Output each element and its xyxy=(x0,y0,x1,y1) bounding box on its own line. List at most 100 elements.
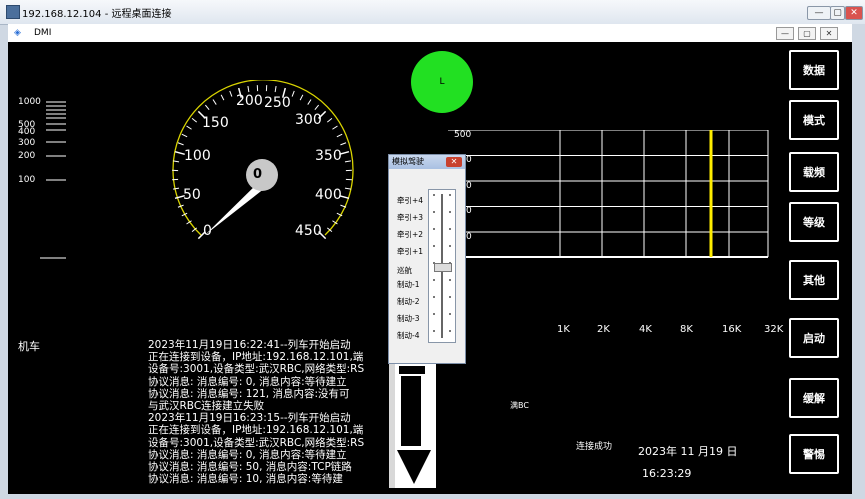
log-line: 协议消息: 消息编号: 121, 消息内容:没有可 xyxy=(148,387,350,400)
locomotive-label: 机车 xyxy=(18,340,40,353)
notch-brake-4[interactable]: 制动-4 xyxy=(397,330,419,341)
log-line: 正在连接到设备，IP地址:192.168.12.101,端 xyxy=(148,424,364,437)
gauge-tick xyxy=(340,142,347,146)
dmi-minimize-icon[interactable]: — xyxy=(776,27,794,40)
gauge-tick xyxy=(314,104,320,111)
planning-x-1k: 1K xyxy=(557,324,570,335)
log-line: 设备号:3001,设备类型:武汉RBC,网络类型:RS xyxy=(148,363,365,376)
mode-button[interactable]: 模式 xyxy=(789,100,839,140)
date-display: 2023年 11 月19 日 xyxy=(638,445,738,458)
notch-brake-2[interactable]: 制动-2 xyxy=(397,296,419,307)
speed-tick-0: 0 xyxy=(203,223,212,239)
notch-traction-4[interactable]: 牵引+4 xyxy=(397,195,423,206)
planning-y-label-4: 0 xyxy=(466,232,472,242)
speed-tick-150: 150 xyxy=(202,115,229,131)
dmi-maximize-icon[interactable]: ▢ xyxy=(798,27,816,40)
scroll-up-arrow-icon[interactable] xyxy=(399,366,425,374)
throttle-slider-track[interactable] xyxy=(428,189,456,343)
data-button[interactable]: 数据 xyxy=(789,50,839,90)
notch-cruise[interactable]: 巡航 xyxy=(397,265,412,276)
event-log[interactable]: 2023年11月19日16:22:41--列车开始启动 正在连接到设备，IP地址… xyxy=(148,339,393,486)
log-line: 2023年11月19日16:22:41--列车开始启动 xyxy=(148,339,351,351)
dmi-titlebar: ◈ DMI — ▢ ✕ xyxy=(8,24,852,42)
remote-desktop-icon xyxy=(6,5,20,19)
other-button[interactable]: 其他 xyxy=(789,260,839,300)
speed-needle xyxy=(205,182,265,235)
maximize-icon[interactable]: ▢ xyxy=(830,6,845,20)
notch-brake-1[interactable]: 制动-1 xyxy=(397,279,419,290)
speed-value: 0 xyxy=(253,167,263,182)
planning-y-label-1: 0 xyxy=(466,155,472,165)
gauge-tick xyxy=(274,86,277,93)
planning-y-label-2: 0 xyxy=(466,181,472,191)
log-line: 设备号:3001,设备类型:武汉RBC,网络类型:RS xyxy=(148,436,365,449)
log-scrollbar[interactable] xyxy=(389,364,436,488)
gauge-tick xyxy=(247,86,250,93)
distance-label-100: 100 xyxy=(18,175,36,185)
notch-traction-2[interactable]: 牵引+2 xyxy=(397,229,423,240)
log-line: 正在连接到设备，IP地址:192.168.12.101,端 xyxy=(148,351,364,364)
sim-driving-window: 模拟驾驶 ✕ 牵引+4 牵引+3 牵引+2 牵引+1 巡航 制动-1 制动-2 … xyxy=(388,154,466,364)
log-line: 2023年11月19日16:23:15--列车开始启动 xyxy=(148,412,351,425)
scroll-thumb[interactable] xyxy=(401,376,421,446)
dmi-screen: 1000 500 400 300 200 100 0 0 50 100 150 … xyxy=(8,42,852,494)
throttle-slider-handle[interactable] xyxy=(434,263,452,272)
notch-traction-3[interactable]: 牵引+3 xyxy=(397,212,423,223)
log-line: 协议消息: 消息编号: 10, 消息内容:等待建 xyxy=(148,473,343,486)
notch-traction-1[interactable]: 牵引+1 xyxy=(397,246,423,257)
planning-x-16k: 16K xyxy=(722,324,742,335)
distance-label-200: 200 xyxy=(18,151,36,161)
gauge-tick xyxy=(173,187,180,190)
speed-tick-100: 100 xyxy=(184,148,211,164)
remote-desktop-title: 192.168.12.104 - 远程桌面连接 xyxy=(22,9,172,20)
gauge-tick xyxy=(186,125,192,130)
notch-brake-3[interactable]: 制动-3 xyxy=(397,313,419,324)
gauge-tick xyxy=(212,99,217,105)
speed-tick-250: 250 xyxy=(264,95,291,111)
start-button[interactable]: 启动 xyxy=(789,318,839,358)
minimize-icon[interactable]: — xyxy=(807,6,831,20)
gauge-tick xyxy=(220,94,225,101)
gauge-tick xyxy=(299,94,304,101)
gauge-tick xyxy=(332,125,338,130)
remote-desktop-titlebar: 192.168.12.104 - 远程桌面连接 — ▢ ✕ xyxy=(0,0,865,25)
distance-label-300: 300 xyxy=(18,138,36,148)
alert-button[interactable]: 警惕 xyxy=(789,434,839,474)
scroll-down-arrow-icon[interactable] xyxy=(397,450,431,486)
gauge-tick xyxy=(336,133,343,138)
speed-tick-300: 300 xyxy=(295,112,322,128)
close-icon[interactable]: ✕ xyxy=(845,6,863,20)
status-lamp-label: L xyxy=(439,77,445,87)
planning-top-value: 500 xyxy=(454,130,472,140)
speed-tick-350: 350 xyxy=(315,148,342,164)
distance-label-1000: 1000 xyxy=(18,97,41,107)
dmi-logo-icon: ◈ xyxy=(14,28,21,38)
background-desktop xyxy=(852,24,865,499)
planning-x-2k: 2K xyxy=(597,324,610,335)
planning-y-label-3: 0 xyxy=(466,206,472,216)
gauge-tick xyxy=(344,187,351,190)
gauge-tick xyxy=(307,99,312,105)
log-line: 协议消息: 消息编号: 50, 消息内容:TCP链路 xyxy=(148,461,352,474)
speedometer xyxy=(172,80,354,240)
dmi-close-icon[interactable]: ✕ xyxy=(820,27,838,40)
release-button[interactable]: 缓解 xyxy=(789,378,839,418)
speed-tick-400: 400 xyxy=(315,187,342,203)
time-display: 16:23:29 xyxy=(642,467,692,480)
gauge-tick xyxy=(181,133,188,138)
connection-status: 连接成功 xyxy=(576,442,613,452)
sim-window-close-icon[interactable]: ✕ xyxy=(446,157,462,167)
status-lamp: L xyxy=(411,51,473,113)
carrier-frequency-button[interactable]: 载频 xyxy=(789,152,839,192)
log-line: 与武汉RBC连接建立失败 xyxy=(148,400,265,413)
gauge-tick xyxy=(204,104,210,111)
planning-x-4k: 4K xyxy=(639,324,652,335)
gauge-tick xyxy=(191,117,198,123)
gauge-tick xyxy=(177,142,184,146)
speed-tick-450: 450 xyxy=(295,223,322,239)
gauge-tick xyxy=(291,90,295,97)
level-button[interactable]: 等级 xyxy=(789,202,839,242)
speed-tick-50: 50 xyxy=(183,187,201,203)
speed-tick-200: 200 xyxy=(236,93,263,109)
planning-grid xyxy=(448,130,769,258)
